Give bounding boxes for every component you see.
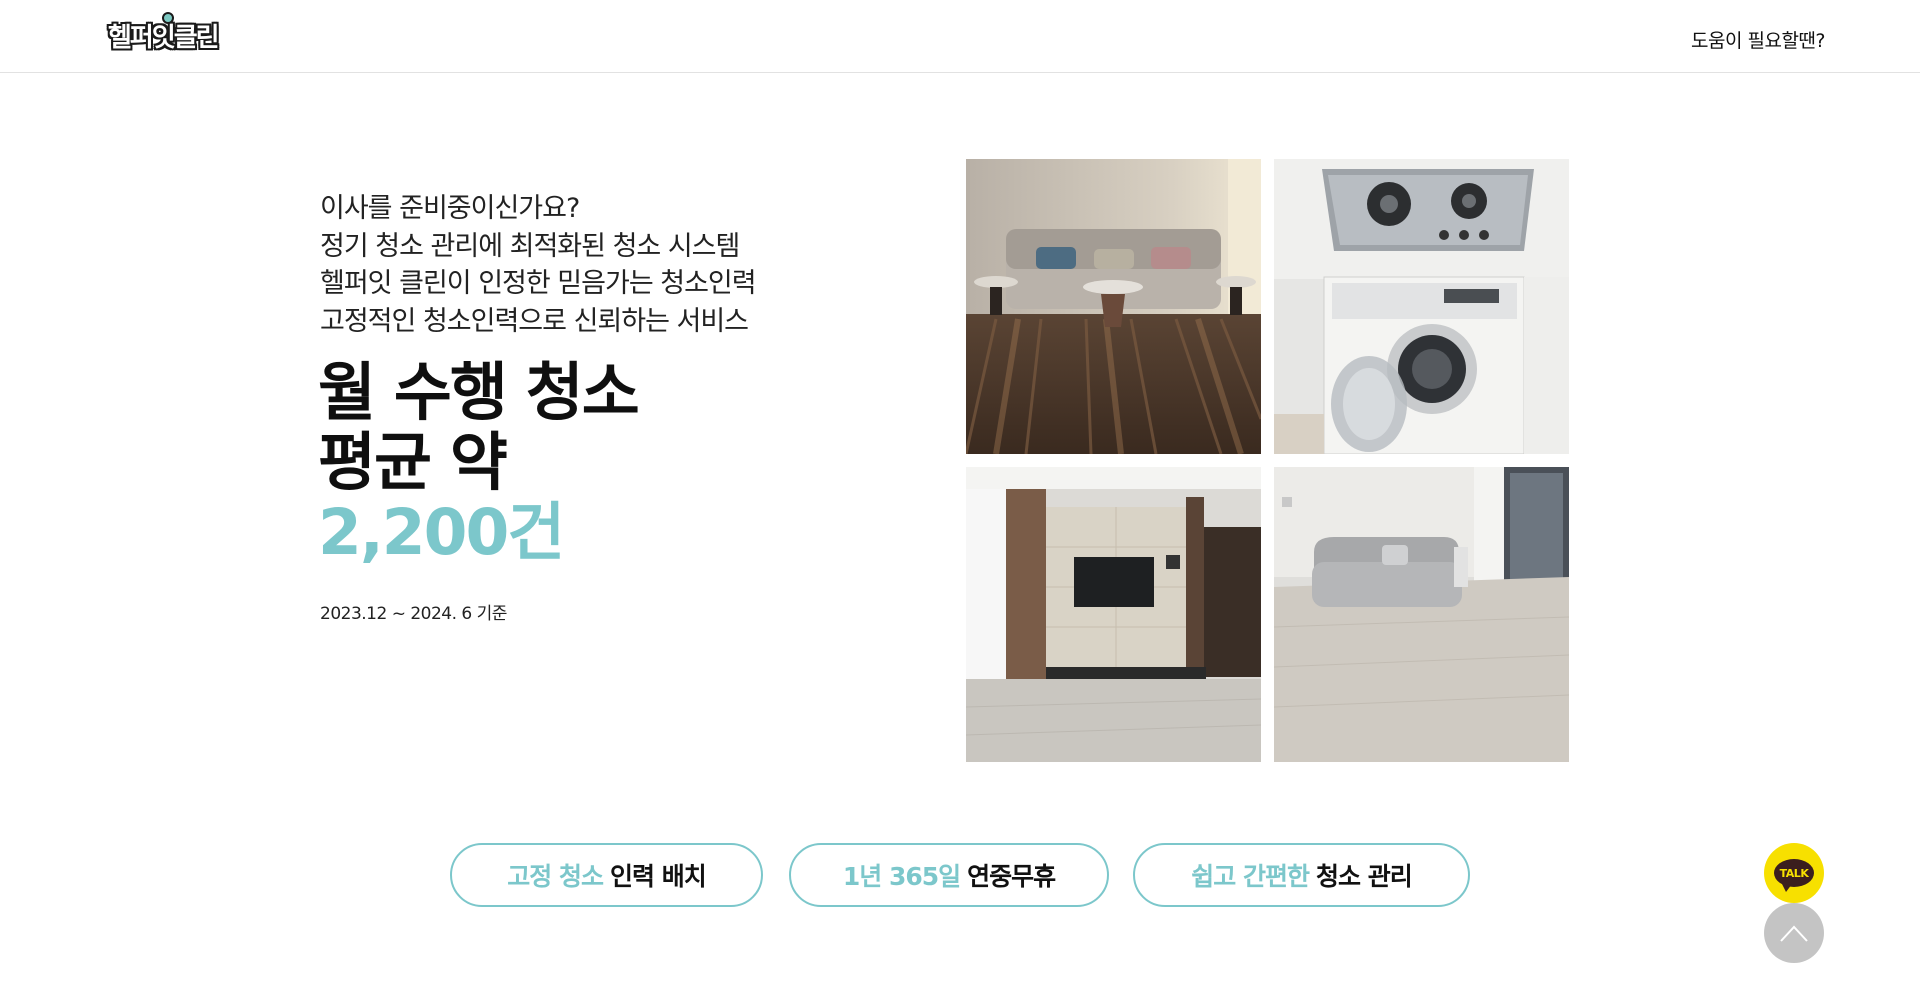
- kakao-talk-button[interactable]: TALK: [1764, 843, 1824, 903]
- intro-line: 이사를 준비중이신가요?: [320, 193, 580, 224]
- scroll-to-top-button[interactable]: [1764, 903, 1824, 963]
- chevron-up-icon: [1780, 925, 1808, 942]
- stats-value: 2,200건: [318, 496, 565, 569]
- feature-text: 인력 배치: [610, 862, 707, 891]
- stats-line-2: 평균 약: [318, 426, 508, 499]
- brand-logo[interactable]: 헬퍼잇클린: [108, 12, 220, 56]
- feature-accent: 고정 청소: [507, 862, 604, 891]
- help-link[interactable]: 도움이 필요할땐?: [1691, 26, 1826, 53]
- intro-text: 이사를 준비중이신가요? 정기 청소 관리에 최적화된 청소 시스템 헬퍼잇 클…: [320, 190, 840, 340]
- talk-label: TALK: [1779, 866, 1809, 880]
- feature-text: 청소 관리: [1316, 862, 1413, 891]
- photo-grey-sofa-room: [1274, 467, 1569, 762]
- feature-accent: 1년 365일: [842, 862, 961, 891]
- feature-pill-fixed-staff: 고정 청소 인력 배치: [450, 843, 763, 907]
- intro-line: 고정적인 청소인력으로 신뢰하는 서비스: [320, 305, 749, 337]
- intro-line: 헬퍼잇 클린이 인정한 믿음가는 청소인력: [320, 268, 757, 299]
- photo-kitchen-washer: [1274, 159, 1569, 454]
- photo-gallery: [966, 159, 1569, 762]
- feature-text: 연중무휴: [967, 862, 1056, 891]
- intro-line: 정기 청소 관리에 최적화된 청소 시스템: [320, 230, 740, 262]
- stats-headline: 월 수행 청소 평균 약 2,200건: [318, 358, 878, 568]
- logo-dot-icon: [162, 12, 174, 24]
- stats-basis-note: 2023.12 ~ 2024. 6 기준: [320, 604, 507, 624]
- stats-line-1: 월 수행 청소: [318, 356, 640, 429]
- feature-pill-easy-management: 쉽고 간편한 청소 관리: [1133, 843, 1470, 907]
- photo-tv-room: [966, 467, 1261, 762]
- feature-accent: 쉽고 간편한: [1191, 862, 1310, 891]
- photo-living-room-sofa: [966, 159, 1261, 454]
- feature-pill-year-round: 1년 365일 연중무휴: [789, 843, 1109, 907]
- chat-bubble-icon: TALK: [1774, 859, 1814, 892]
- site-header: 헬퍼잇클린 도움이 필요할땐?: [0, 0, 1920, 73]
